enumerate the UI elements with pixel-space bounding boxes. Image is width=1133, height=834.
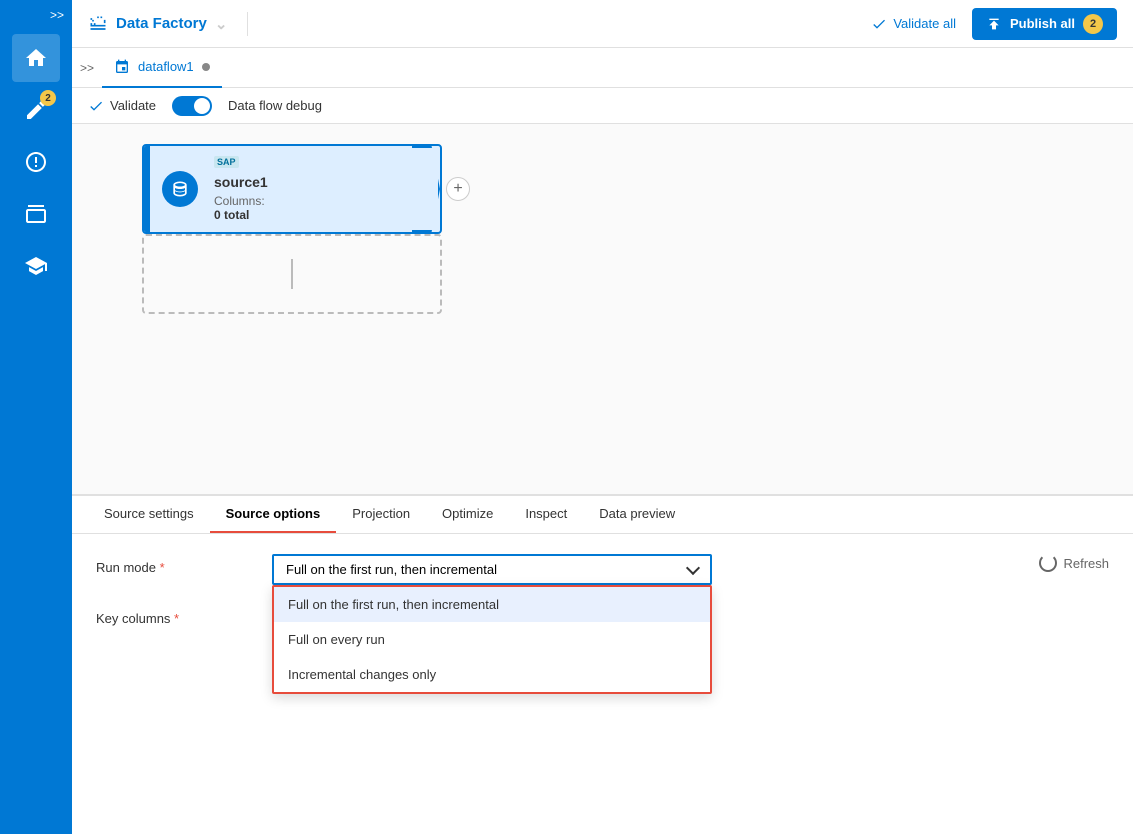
brand-chevron: ⌄ [215,15,228,33]
option-2-label: Full on every run [288,632,385,647]
sidebar: >> 2 [0,0,72,834]
data-preview-label: Data preview [599,506,675,521]
refresh-button[interactable]: Refresh [1039,554,1109,572]
topbar-divider [247,12,248,36]
brand-label: Data Factory [116,15,207,32]
source-options-label: Source options [226,506,321,521]
tabbar-expand[interactable]: >> [80,61,94,75]
tab-data-preview[interactable]: Data preview [583,496,691,533]
tabbar: >> dataflow1 [72,48,1133,88]
run-mode-selected-value: Full on the first run, then incremental [286,562,497,577]
option-1-label: Full on the first run, then incremental [288,597,499,612]
dropdown-chevron [686,561,700,575]
run-mode-select-container: Full on the first run, then incremental … [272,554,712,585]
node-header: SAP [214,156,268,168]
optimize-label: Optimize [442,506,493,521]
key-columns-label: Key columns * [96,605,256,626]
database-icon [170,179,190,199]
node-arrow [412,146,440,232]
home-icon [24,46,48,70]
topbar: Data Factory ⌄ Validate all Publish all … [72,0,1133,48]
tab-optimize[interactable]: Optimize [426,496,509,533]
factory-icon [88,14,108,34]
brand[interactable]: Data Factory ⌄ [88,14,227,34]
topbar-actions: Validate all Publish all 2 [871,8,1117,40]
monitor-icon [24,150,48,174]
run-mode-dropdown[interactable]: Full on the first run, then incremental [272,554,712,585]
sidebar-item-monitor[interactable] [12,138,60,186]
refresh-label: Refresh [1063,556,1109,571]
debug-toggle[interactable] [172,96,212,116]
publish-all-button[interactable]: Publish all 2 [972,8,1117,40]
validate-button[interactable]: Validate [88,98,156,114]
run-mode-text: Run mode [96,560,156,575]
columns-value: 0 total [214,208,249,222]
validate-all-button[interactable]: Validate all [871,16,956,32]
projection-label: Projection [352,506,410,521]
unsaved-indicator [202,63,210,71]
source-node[interactable]: SAP source1 Columns: 0 total + [142,144,442,234]
sidebar-item-author[interactable]: 2 [12,86,60,134]
sap-label: SAP [214,156,239,168]
key-columns-required: * [174,611,179,626]
tab-projection[interactable]: Projection [336,496,426,533]
node-icon [162,171,198,207]
columns-label: Columns: [214,194,265,208]
dropdown-item-3[interactable]: Incremental changes only [274,657,710,692]
inspect-label: Inspect [525,506,567,521]
plus-label: + [453,180,462,198]
canvas-toolbar: Validate Data flow debug [72,88,1133,124]
validate-icon [88,98,104,114]
tab-source-settings[interactable]: Source settings [88,496,210,533]
run-mode-required: * [160,560,165,575]
debug-label: Data flow debug [228,98,322,113]
option-3-label: Incremental changes only [288,667,436,682]
validate-label: Validate all [893,16,956,31]
manage-icon [24,202,48,226]
dropdown-item-2[interactable]: Full on every run [274,622,710,657]
add-node-button[interactable]: + [446,177,470,201]
tab-label: dataflow1 [138,59,194,74]
node-text-content: SAP source1 Columns: 0 total [214,156,268,222]
run-mode-label: Run mode * [96,554,256,575]
bottom-panel: Source settings Source options Projectio… [72,494,1133,834]
node-meta: Columns: 0 total [214,194,268,222]
author-badge: 2 [40,90,56,106]
dropdown-item-1[interactable]: Full on the first run, then incremental [274,587,710,622]
main-content: Data Factory ⌄ Validate all Publish all … [72,0,1133,834]
sidebar-item-learn[interactable] [12,242,60,290]
learn-icon [24,254,48,278]
panel-content: Run mode * Full on the first run, then i… [72,534,1133,834]
dataflow-icon [114,59,130,75]
panel-tabs: Source settings Source options Projectio… [72,496,1133,534]
tab-dataflow1[interactable]: dataflow1 [102,48,222,88]
publish-icon [986,16,1002,32]
sidebar-expand[interactable]: >> [0,8,72,22]
node-title: source1 [214,174,268,190]
publish-badge: 2 [1083,14,1103,34]
tab-inspect[interactable]: Inspect [509,496,583,533]
run-mode-row: Run mode * Full on the first run, then i… [96,554,1109,585]
checkmark-icon [871,16,887,32]
placeholder-node [142,234,442,314]
sidebar-item-manage[interactable] [12,190,60,238]
validate-canvas-label: Validate [110,98,156,113]
placeholder-line [291,259,293,289]
expand-icon[interactable]: >> [50,8,64,22]
canvas-area: SAP source1 Columns: 0 total + [72,124,1133,494]
publish-label: Publish all [1010,16,1075,31]
sidebar-item-home[interactable] [12,34,60,82]
source-settings-label: Source settings [104,506,194,521]
key-columns-text: Key columns [96,611,170,626]
refresh-icon [1039,554,1057,572]
tab-source-options[interactable]: Source options [210,496,337,533]
run-mode-dropdown-menu: Full on the first run, then incremental … [272,585,712,694]
